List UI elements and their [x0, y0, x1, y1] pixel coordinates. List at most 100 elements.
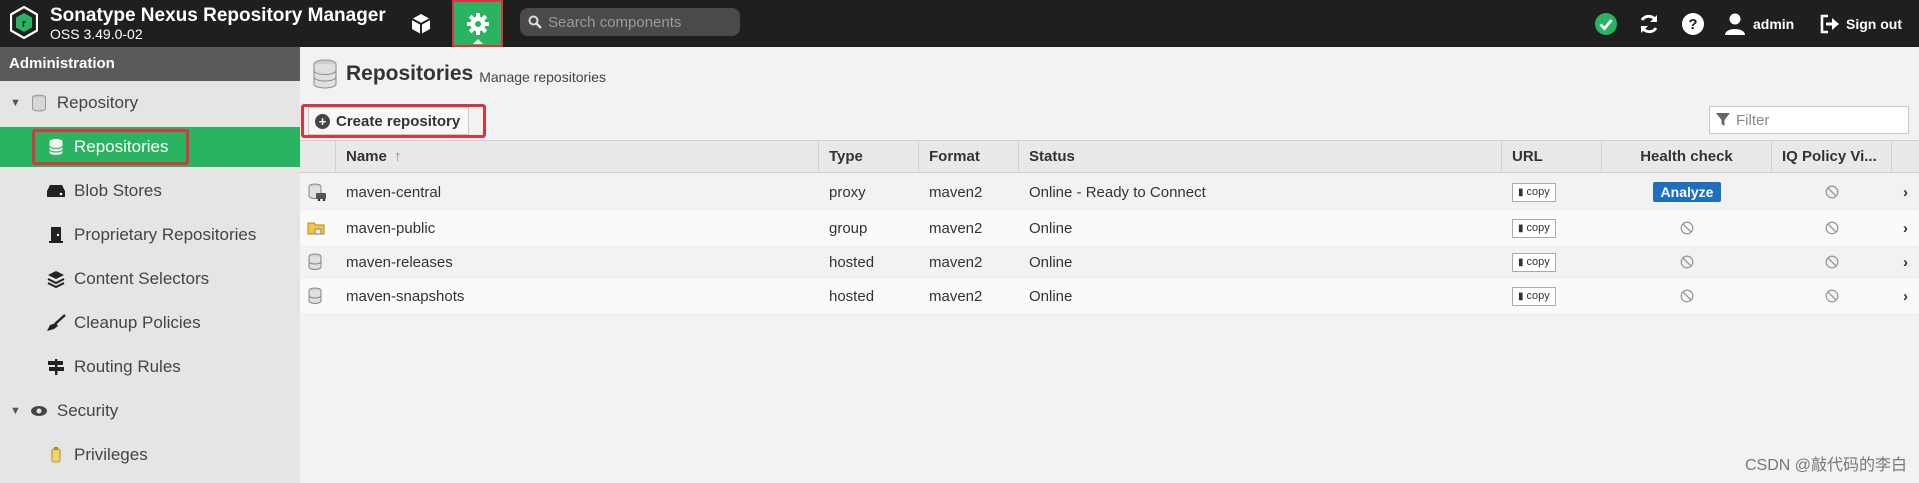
sidebar-item-cleanup-policies[interactable]: Cleanup Policies — [0, 303, 300, 343]
repo-type: proxy — [829, 183, 866, 201]
refresh-icon — [1640, 14, 1658, 33]
repo-type: hosted — [829, 253, 875, 271]
repositories-highlight — [32, 129, 189, 165]
help-button[interactable]: ? — [1681, 0, 1705, 47]
create-repository-highlight — [301, 104, 486, 138]
url-cell: ▮ copy — [1502, 279, 1556, 313]
repo-format: maven2 — [929, 287, 983, 305]
ban-icon — [1772, 245, 1892, 279]
sign-out-button[interactable]: Sign out — [1820, 0, 1902, 47]
caret-down-icon: ▼ — [10, 405, 21, 417]
database-large-icon — [313, 59, 337, 89]
sidebar-item-routing-rules[interactable]: Routing Rules — [0, 347, 300, 387]
signpost-icon — [46, 357, 66, 377]
gear-icon — [466, 12, 489, 35]
clipboard-icon: ▮ — [1518, 222, 1524, 234]
sidebar-item-proprietary-repositories[interactable]: Proprietary Repositories — [0, 215, 300, 255]
administration-button[interactable] — [452, 0, 503, 47]
analyze-button[interactable]: Analyze — [1652, 182, 1722, 202]
sidebar-item-label: Repository — [56, 93, 139, 112]
clipboard-icon: ▮ — [1518, 290, 1524, 302]
repo-status: Online — [1029, 287, 1073, 305]
user-menu[interactable]: admin — [1724, 0, 1794, 47]
system-status-button[interactable] — [1594, 0, 1618, 47]
clipboard-icon: ▮ — [1518, 256, 1524, 268]
chevron-right-icon[interactable]: › — [1892, 173, 1919, 211]
username-label: admin — [1753, 15, 1795, 32]
filter-icon — [1716, 113, 1730, 126]
sidebar-item-blob-stores[interactable]: Blob Stores — [0, 171, 300, 211]
copy-url-button[interactable]: ▮ copy — [1512, 252, 1556, 272]
sign-out-label: Sign out — [1846, 15, 1902, 32]
column-header-url[interactable]: URL — [1502, 141, 1602, 172]
watermark: CSDN @敲代码的李白 — [1744, 457, 1907, 474]
url-cell: ▮ copy — [1502, 245, 1556, 279]
sidebar-item-label: Blob Stores — [74, 181, 162, 200]
sidebar-item-label: Routing Rules — [74, 357, 181, 376]
sign-out-icon — [1820, 14, 1839, 33]
chevron-right-icon[interactable]: › — [1892, 211, 1919, 245]
column-header-format[interactable]: Format — [919, 141, 1019, 172]
search-box[interactable] — [520, 8, 740, 36]
hosted-repo-icon — [307, 245, 323, 279]
proxy-repo-icon — [307, 173, 327, 211]
user-icon — [1725, 13, 1745, 35]
hard-drive-icon — [46, 181, 66, 201]
table-row[interactable]: maven-public group maven2 Online ▮ copy › — [300, 211, 1919, 245]
sidebar-item-content-selectors[interactable]: Content Selectors — [0, 259, 300, 299]
cube-icon — [411, 13, 431, 34]
group-repo-icon — [307, 211, 325, 245]
sidebar-item-privileges[interactable]: Privileges — [0, 435, 300, 475]
eye-icon — [29, 401, 49, 421]
search-input[interactable] — [548, 13, 728, 31]
column-header-status[interactable]: Status — [1019, 141, 1502, 172]
ban-icon — [1602, 211, 1772, 245]
sidebar-heading: Administration — [0, 47, 300, 81]
sidebar-item-repository[interactable]: ▼ Repository — [0, 83, 300, 123]
sidebar-item-label: Proprietary Repositories — [74, 225, 257, 244]
database-icon — [29, 93, 49, 113]
question-circle-icon: ? — [1682, 12, 1704, 35]
main-content: Repositories Manage repositories + Creat… — [300, 47, 1919, 483]
column-header-iq-policy[interactable]: IQ Policy Vi... — [1772, 141, 1892, 172]
column-header-type[interactable]: Type — [819, 141, 919, 172]
ban-icon — [1602, 245, 1772, 279]
medal-icon — [46, 445, 66, 465]
repo-status: Online - Ready to Connect — [1029, 183, 1206, 201]
table-row[interactable]: maven-releases hosted maven2 Online ▮ cop… — [300, 245, 1919, 279]
repo-type: hosted — [829, 287, 875, 305]
copy-url-button[interactable]: ▮ copy — [1512, 286, 1556, 306]
chevron-right-icon[interactable]: › — [1892, 245, 1919, 279]
column-header-name[interactable]: Name ↑ — [336, 141, 819, 172]
hosted-repo-icon — [307, 279, 323, 313]
chevron-right-icon[interactable]: › — [1892, 279, 1919, 313]
page-title: Repositories — [346, 62, 474, 85]
filter-input[interactable] — [1736, 111, 1896, 129]
ban-icon — [1772, 279, 1892, 313]
page-header: Repositories Manage repositories — [312, 57, 606, 91]
table-row[interactable]: maven-snapshots hosted maven2 Online ▮ co… — [300, 279, 1919, 313]
url-cell: ▮ copy — [1502, 211, 1556, 245]
browse-button[interactable] — [400, 0, 442, 47]
copy-url-button[interactable]: ▮ copy — [1512, 182, 1556, 202]
repo-name: maven-releases — [346, 253, 453, 271]
health-cell: Analyze — [1602, 173, 1772, 211]
refresh-button[interactable] — [1637, 0, 1661, 47]
svg-text:r: r — [22, 18, 27, 30]
layers-icon — [46, 269, 66, 289]
search-icon — [528, 15, 542, 29]
table-header: Name ↑ Type Format Status URL Health che… — [300, 140, 1919, 173]
page-subtitle: Manage repositories — [479, 68, 607, 85]
repo-name: maven-public — [346, 219, 436, 237]
top-bar: r Sonatype Nexus Repository Manager OSS … — [0, 0, 1919, 47]
copy-url-button[interactable]: ▮ copy — [1512, 218, 1556, 238]
app-version: OSS 3.49.0-02 — [50, 26, 143, 42]
table-row[interactable]: maven-central proxy maven2 Online - Read… — [300, 173, 1919, 211]
filter-box[interactable] — [1709, 106, 1909, 134]
column-header-health-check[interactable]: Health check — [1602, 141, 1772, 172]
sidebar-item-security[interactable]: ▼ Security — [0, 391, 300, 431]
check-circle-icon — [1595, 12, 1617, 35]
repo-format: maven2 — [929, 183, 983, 201]
svg-text:?: ? — [1688, 16, 1697, 33]
broom-icon — [46, 313, 66, 333]
